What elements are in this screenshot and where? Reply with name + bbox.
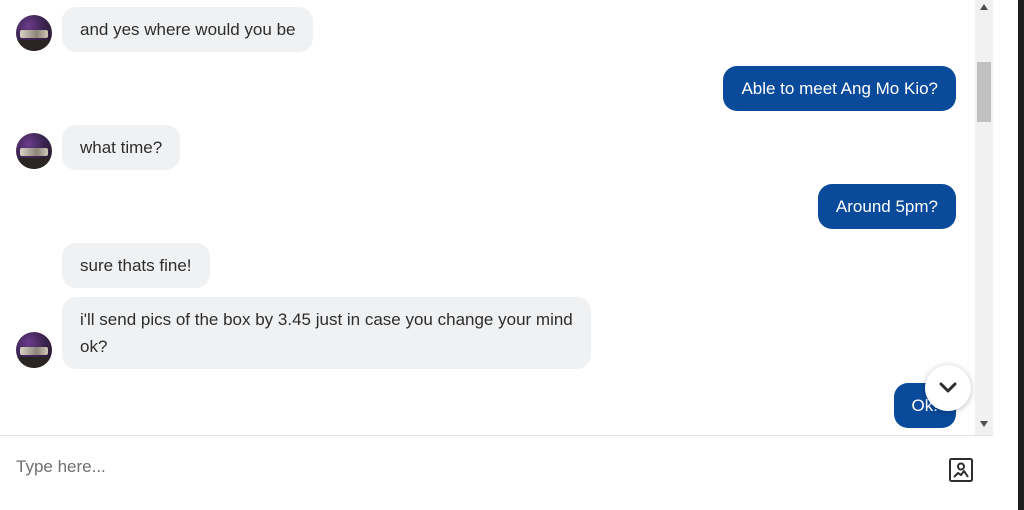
incoming-message: what time? (62, 125, 181, 170)
incoming-message: and yes where would you be (62, 7, 314, 52)
incoming-message: sure thats fine! (62, 243, 210, 288)
contact-avatar[interactable] (16, 332, 52, 368)
message-text-line: ok? (80, 337, 108, 356)
message-text: Around 5pm? (835, 197, 938, 216)
scroll-to-bottom-button[interactable] (925, 365, 971, 411)
message-text: Able to meet Ang Mo Kio? (741, 79, 938, 98)
outgoing-message: Around 5pm? (817, 184, 956, 229)
message-input[interactable] (16, 454, 916, 480)
message-text: sure thats fine! (80, 256, 192, 275)
image-icon (948, 457, 974, 483)
chevron-down-icon (939, 382, 957, 394)
incoming-message: i'll send pics of the box by 3.45 just i… (62, 297, 591, 369)
triangle-down-icon[interactable] (975, 417, 993, 431)
triangle-up-icon[interactable] (975, 0, 993, 14)
outgoing-message: Able to meet Ang Mo Kio? (723, 66, 956, 111)
message-text-line: i'll send pics of the box by 3.45 just i… (80, 310, 573, 329)
window-border (1018, 0, 1024, 510)
message-list: and yes where would you be Able to meet … (0, 0, 993, 435)
message-composer (0, 435, 993, 510)
message-text: what time? (80, 138, 163, 157)
contact-avatar[interactable] (16, 15, 52, 51)
scrollbar-thumb[interactable] (977, 62, 991, 122)
attach-image-button[interactable] (947, 456, 975, 484)
message-list-scrollbar[interactable] (975, 0, 993, 435)
contact-avatar[interactable] (16, 133, 52, 169)
message-text: and yes where would you be (80, 20, 296, 39)
